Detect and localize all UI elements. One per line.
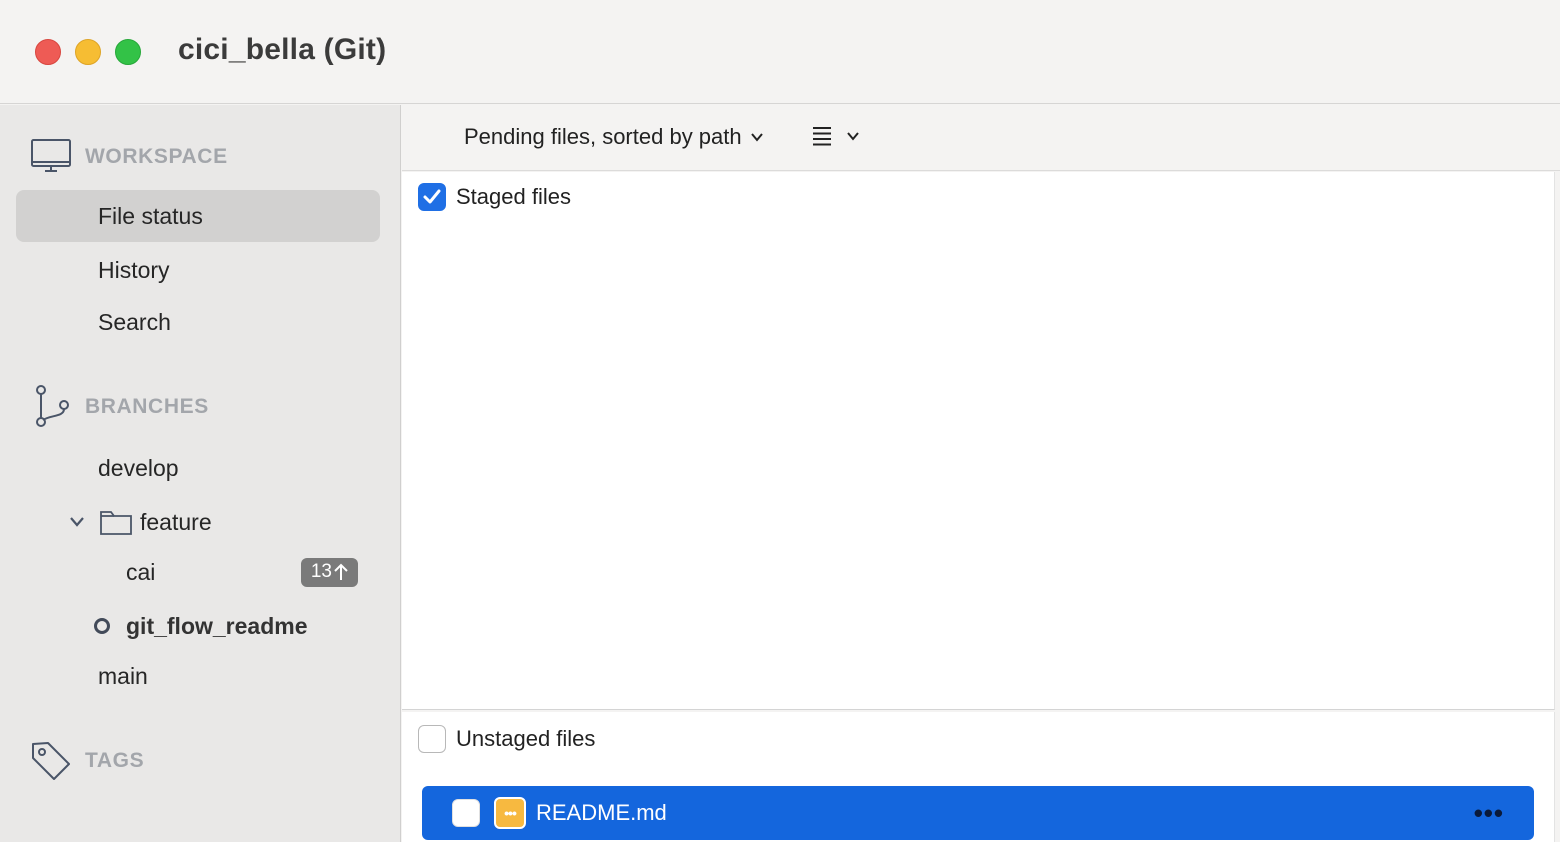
- workspace-heading: WORKSPACE: [85, 145, 228, 168]
- window-title: cici_bella (Git): [178, 33, 387, 66]
- tag-icon: [32, 742, 70, 780]
- branch-label: git_flow_readme: [126, 612, 308, 639]
- sidebar-item-search[interactable]: Search: [16, 296, 380, 348]
- branch-label: develop: [98, 454, 179, 481]
- sidebar-item-label: Search: [98, 308, 171, 335]
- app-window: cici_bella (Git) WORKSPACE File status H…: [0, 0, 1560, 842]
- ahead-count-badge: 13: [300, 557, 358, 587]
- branch-item-cai[interactable]: cai 13: [16, 549, 380, 595]
- view-mode-dropdown[interactable]: [812, 125, 860, 147]
- branch-folder-label: feature: [140, 508, 212, 535]
- current-branch-indicator: [94, 618, 110, 634]
- chevron-down-icon[interactable]: [68, 515, 86, 529]
- main-panel: Pending files, sorted by path Staged fil…: [402, 105, 1560, 842]
- branch-item-main[interactable]: main: [16, 653, 380, 699]
- more-options-icon[interactable]: •••: [1474, 798, 1504, 829]
- close-window-button[interactable]: [35, 39, 61, 65]
- branches-heading: BRANCHES: [85, 395, 209, 418]
- title-bar: cici_bella (Git): [0, 0, 1560, 104]
- stage-all-checkbox[interactable]: [418, 183, 446, 211]
- staged-files-pane: Staged files: [402, 172, 1555, 710]
- branch-item-git-flow-readme[interactable]: git_flow_readme: [16, 603, 380, 649]
- sidebar-item-label: History: [98, 256, 170, 283]
- branch-label: main: [98, 662, 148, 689]
- badge-count: 13: [310, 561, 332, 582]
- file-stage-checkbox[interactable]: [452, 799, 480, 827]
- modified-status-icon: •••: [494, 797, 526, 829]
- checkmark-icon: [423, 189, 441, 204]
- monitor-icon: [31, 139, 71, 172]
- arrow-up-icon: [334, 563, 348, 580]
- sidebar: WORKSPACE File status History Search BRA…: [0, 105, 401, 842]
- sort-dropdown[interactable]: Pending files, sorted by path: [464, 124, 764, 150]
- branch-folder-feature[interactable]: feature: [16, 499, 380, 545]
- staged-files-label: Staged files: [456, 184, 571, 209]
- chevron-down-icon: [750, 133, 763, 142]
- list-view-icon: [813, 127, 831, 146]
- sidebar-item-file-status[interactable]: File status: [16, 190, 380, 242]
- file-status-toolbar: Pending files, sorted by path: [402, 105, 1560, 171]
- file-name: README.md: [536, 800, 667, 825]
- minimize-window-button[interactable]: [75, 39, 101, 65]
- sidebar-item-label: File status: [98, 202, 203, 229]
- unstaged-files-pane: Unstaged files ••• README.md •••: [402, 712, 1555, 842]
- unstaged-files-header: Unstaged files: [418, 725, 595, 753]
- file-row-readme[interactable]: ••• README.md •••: [422, 786, 1534, 840]
- maximize-window-button[interactable]: [115, 39, 141, 65]
- folder-icon: [100, 511, 132, 535]
- unstaged-files-label: Unstaged files: [456, 726, 596, 751]
- sort-dropdown-label: Pending files, sorted by path: [464, 124, 742, 149]
- branch-label: cai: [126, 558, 156, 585]
- branch-item-develop[interactable]: develop: [16, 445, 380, 491]
- tags-heading: TAGS: [85, 749, 145, 772]
- chevron-down-icon: [847, 132, 859, 141]
- right-edge-divider: [1555, 172, 1560, 842]
- sidebar-item-history[interactable]: History: [16, 244, 380, 296]
- unstage-all-checkbox[interactable]: [418, 725, 446, 753]
- staged-files-header: Staged files: [418, 183, 571, 211]
- branch-icon: [36, 385, 69, 427]
